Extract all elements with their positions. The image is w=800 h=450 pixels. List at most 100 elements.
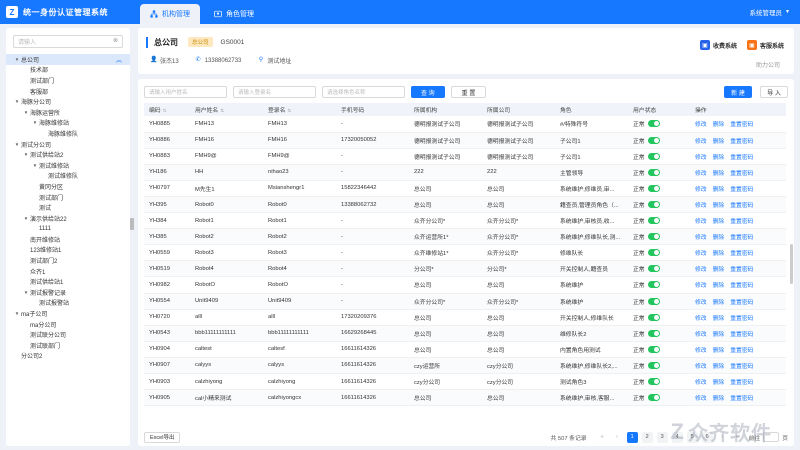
role-select[interactable]: 请选择角色名称 [322, 86, 405, 98]
sidebar-collapse-handle[interactable] [130, 218, 134, 230]
tree-node[interactable]: 测试报警站 [6, 298, 130, 309]
excel-export-button[interactable]: Excel导出 [144, 431, 181, 443]
caret-down-icon[interactable]: ▼ [32, 163, 38, 168]
edit-link[interactable]: 修改 [695, 396, 707, 402]
import-button[interactable]: 导 入 [760, 86, 788, 98]
edit-link[interactable]: 修改 [695, 171, 707, 177]
edit-link[interactable]: 修改 [695, 139, 707, 145]
status-toggle[interactable] [647, 281, 660, 289]
reset-password-link[interactable]: 重置密码 [730, 122, 753, 128]
delete-link[interactable]: 删除 [713, 380, 725, 386]
delete-link[interactable]: 删除 [713, 316, 725, 322]
edit-link[interactable]: 修改 [695, 187, 707, 193]
edit-link[interactable]: 修改 [695, 316, 707, 322]
tree-node[interactable]: 123维修站1 [6, 245, 130, 256]
tree-node[interactable]: 客服部 [6, 86, 130, 97]
prev-page-icon[interactable]: ‹ [612, 432, 623, 443]
column-header[interactable]: 登录名 ⇅ [263, 103, 336, 116]
delete-link[interactable]: 删除 [713, 219, 725, 225]
tree-node[interactable]: 测试部门 [6, 75, 130, 86]
reset-password-link[interactable]: 重置密码 [730, 316, 753, 322]
sort-icon[interactable]: ⇅ [287, 108, 291, 113]
tree-node[interactable]: ▼ 测试分公司 [6, 139, 130, 150]
caret-down-icon[interactable]: ▼ [23, 110, 29, 115]
user-menu[interactable]: 系统管理员 ▼ [750, 7, 800, 17]
reset-password-link[interactable]: 重置密码 [730, 364, 753, 370]
status-toggle[interactable] [647, 345, 660, 353]
edit-link[interactable]: 修改 [695, 300, 707, 306]
edit-link[interactable]: 修改 [695, 267, 707, 273]
status-toggle[interactable] [647, 394, 660, 402]
delete-link[interactable]: 删除 [713, 203, 725, 209]
status-toggle[interactable] [647, 184, 660, 192]
reset-password-link[interactable]: 重置密码 [730, 348, 753, 354]
reset-password-link[interactable]: 重置密码 [730, 219, 753, 225]
delete-link[interactable]: 删除 [713, 348, 725, 354]
tree-node[interactable]: ▼ 测试报警记录 [6, 287, 130, 298]
tree-node[interactable]: 1111 [6, 224, 130, 235]
status-toggle[interactable] [647, 378, 660, 386]
reset-password-link[interactable]: 重置密码 [730, 332, 753, 338]
reset-password-link[interactable]: 重置密码 [730, 171, 753, 177]
status-toggle[interactable] [647, 361, 660, 369]
caret-down-icon[interactable]: ▼ [14, 142, 20, 147]
reset-password-link[interactable]: 重置密码 [730, 155, 753, 161]
delete-link[interactable]: 删除 [713, 332, 725, 338]
tree-node[interactable]: 南开维修站 [6, 234, 130, 245]
status-toggle[interactable] [647, 120, 660, 128]
delete-link[interactable]: 删除 [713, 364, 725, 370]
tree-node[interactable]: ▼ 测试供给站2 [6, 149, 130, 160]
edit-link[interactable]: 修改 [695, 155, 707, 161]
tree-node[interactable]: 众齐1 [6, 266, 130, 277]
reset-password-link[interactable]: 重置密码 [730, 203, 753, 209]
edit-link[interactable]: 修改 [695, 203, 707, 209]
edit-link[interactable]: 修改 [695, 283, 707, 289]
user-name-filter[interactable]: 请输入用户姓名 [144, 86, 227, 98]
edit-link[interactable]: 修改 [695, 332, 707, 338]
status-toggle[interactable] [647, 201, 660, 209]
tree-node[interactable]: ▼ 测试维修站 [6, 160, 130, 171]
edit-link[interactable]: 修改 [695, 364, 707, 370]
page-number[interactable]: 2 [641, 431, 653, 443]
status-toggle[interactable] [647, 265, 660, 273]
delete-link[interactable]: 删除 [713, 171, 725, 177]
tree-node[interactable]: 测试部门2 [6, 255, 130, 266]
edit-link[interactable]: 修改 [695, 348, 707, 354]
clear-icon[interactable]: ⊗ [112, 38, 119, 45]
tree-search-input[interactable]: 请输入 ⊗ [13, 35, 123, 48]
collapse-all-icon[interactable]: ︽ [116, 55, 122, 64]
edit-link[interactable]: 修改 [695, 122, 707, 128]
tree-node[interactable]: ma分公司 [6, 319, 130, 330]
service-system-link[interactable]: ▣ 客服系统 [746, 40, 784, 50]
sort-icon[interactable]: ⇅ [220, 108, 224, 113]
tree-node[interactable]: ▼ 海豚维修站 [6, 118, 130, 129]
caret-down-icon[interactable]: ▼ [14, 311, 20, 316]
delete-link[interactable]: 删除 [713, 267, 725, 273]
tree-node[interactable]: 测试维修队 [6, 171, 130, 182]
tree-node[interactable]: ▼ 海豚运营所 [6, 107, 130, 118]
delete-link[interactable]: 删除 [713, 187, 725, 193]
delete-link[interactable]: 删除 [713, 155, 725, 161]
reset-password-link[interactable]: 重置密码 [730, 300, 753, 306]
edit-link[interactable]: 修改 [695, 380, 707, 386]
caret-down-icon[interactable]: ▼ [32, 120, 38, 125]
status-toggle[interactable] [647, 297, 660, 305]
delete-link[interactable]: 删除 [713, 251, 725, 257]
reset-password-link[interactable]: 重置密码 [730, 187, 753, 193]
reset-password-link[interactable]: 重置密码 [730, 267, 753, 273]
status-toggle[interactable] [647, 329, 660, 337]
tree-node[interactable]: 测试联分公司 [6, 329, 130, 340]
edit-link[interactable]: 修改 [695, 219, 707, 225]
reset-password-link[interactable]: 重置密码 [730, 283, 753, 289]
delete-link[interactable]: 删除 [713, 396, 725, 402]
tree-node[interactable]: 分公司2 [6, 351, 130, 362]
tab-org-management[interactable]: 机构管理 [140, 4, 200, 24]
tree-node[interactable]: ▼ 总公司 ︽ [6, 54, 130, 65]
tree-node[interactable]: 海豚维修队 [6, 128, 130, 139]
delete-link[interactable]: 删除 [713, 235, 725, 241]
query-button[interactable]: 查 询 [411, 86, 445, 98]
tree-node[interactable]: 技术部 [6, 65, 130, 76]
tab-role-management[interactable]: 角色管理 [204, 4, 264, 24]
column-header[interactable]: 编码 ⇅ [144, 103, 190, 116]
page-number[interactable]: 3 [656, 431, 668, 443]
